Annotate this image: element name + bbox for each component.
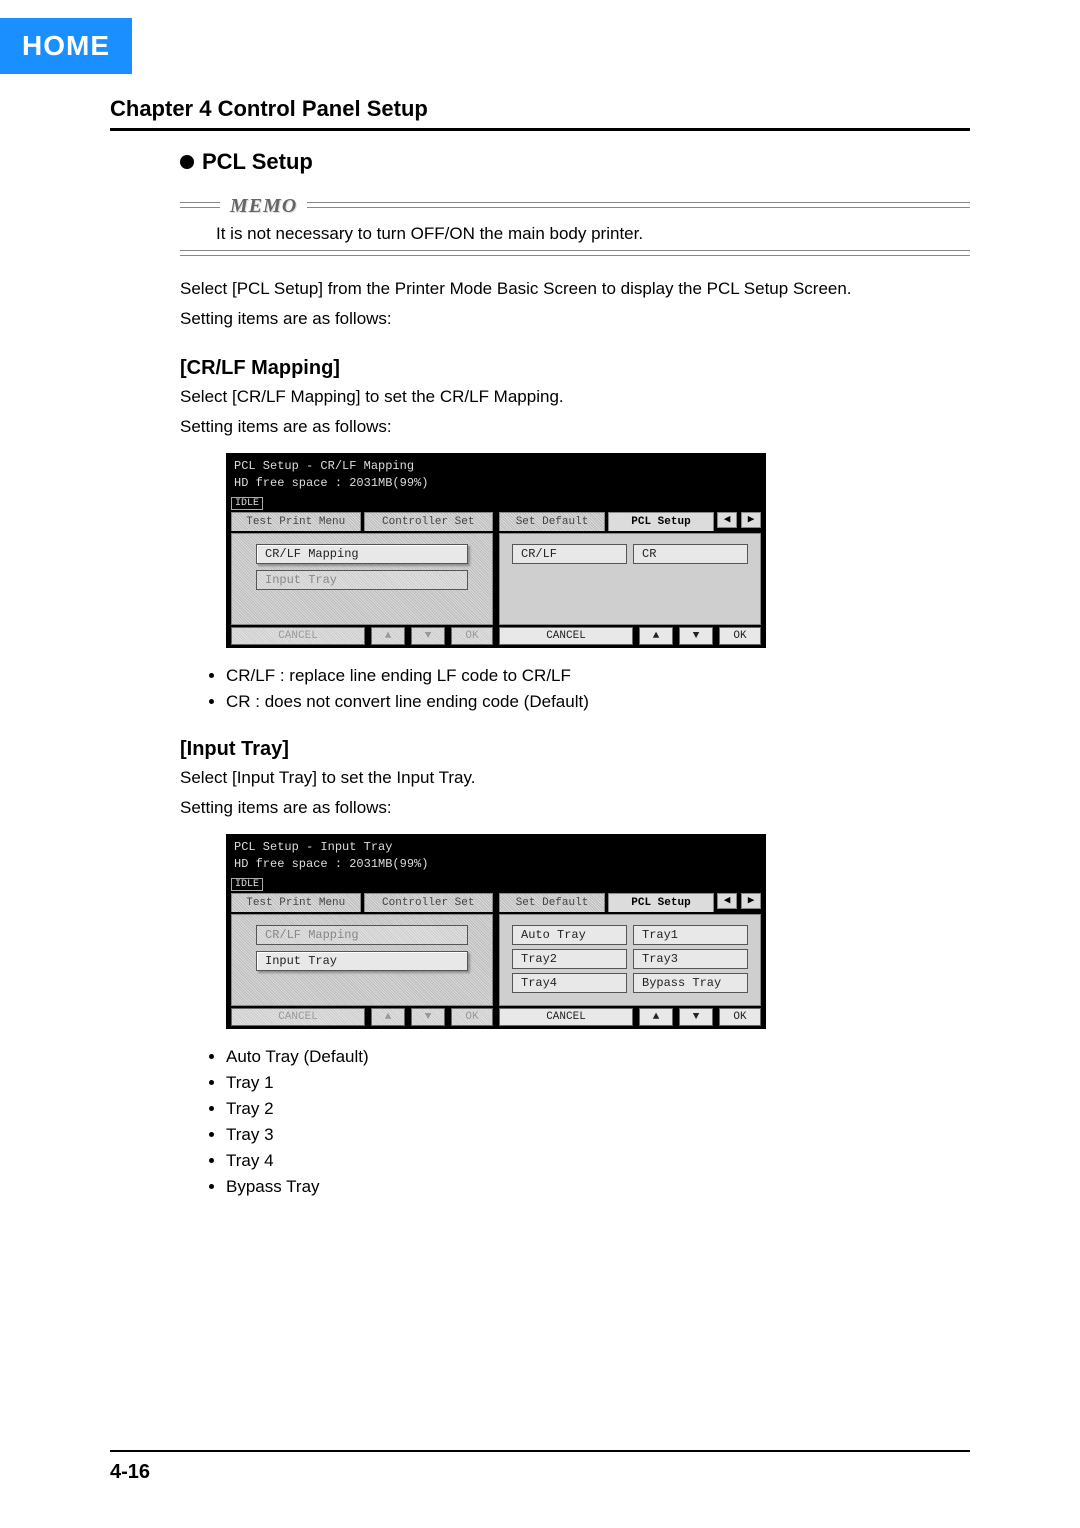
lcd-option-cr[interactable]: CR bbox=[633, 544, 748, 564]
tray-bullet: Tray 1 bbox=[226, 1073, 970, 1093]
lcd-item-crlf-mapping[interactable]: CR/LF Mapping bbox=[256, 544, 468, 564]
lcd-cancel-button-right[interactable]: CANCEL bbox=[499, 1008, 633, 1026]
memo-rule-right-icon bbox=[307, 202, 970, 212]
intro-paragraph-2: Setting items are as follows: bbox=[180, 306, 970, 332]
lcd-panel-crlf: PCL Setup - CR/LF Mapping HD free space … bbox=[226, 453, 766, 648]
crlf-bullet: CR : does not convert line ending code (… bbox=[226, 692, 970, 712]
lcd-hd-free: HD free space : 2031MB(99%) bbox=[231, 475, 761, 492]
memo-rule-bottom-icon bbox=[180, 250, 970, 256]
memo-text: It is not necessary to turn OFF/ON the m… bbox=[180, 218, 970, 250]
memo-rule-left-icon bbox=[180, 202, 220, 212]
section-bullet-icon bbox=[180, 155, 194, 169]
lcd-tab-test-print[interactable]: Test Print Menu bbox=[231, 512, 361, 531]
intro-paragraph-1: Select [PCL Setup] from the Printer Mode… bbox=[180, 276, 970, 302]
chapter-title: Chapter 4 Control Panel Setup bbox=[110, 96, 970, 122]
tray-paragraph-1: Select [Input Tray] to set the Input Tra… bbox=[180, 765, 970, 791]
lcd-tab-set-default[interactable]: Set Default bbox=[499, 512, 605, 531]
lcd-option-auto-tray[interactable]: Auto Tray bbox=[512, 925, 627, 945]
page-footer-rule bbox=[110, 1450, 970, 1452]
lcd-option-tray3[interactable]: Tray3 bbox=[633, 949, 748, 969]
lcd-tab-test-print[interactable]: Test Print Menu bbox=[231, 893, 361, 912]
lcd-tab-pcl-setup[interactable]: PCL Setup bbox=[608, 512, 714, 531]
lcd-down-button-right[interactable] bbox=[679, 627, 713, 645]
lcd-up-button-right[interactable] bbox=[639, 627, 673, 645]
crlf-paragraph-2: Setting items are as follows: bbox=[180, 414, 970, 440]
lcd-panel-tray: PCL Setup - Input Tray HD free space : 2… bbox=[226, 834, 766, 1029]
lcd-option-tray4[interactable]: Tray4 bbox=[512, 973, 627, 993]
lcd-item-input-tray[interactable]: Input Tray bbox=[256, 570, 468, 590]
lcd-tab-controller-set[interactable]: Controller Set bbox=[364, 512, 494, 531]
lcd-ok-button-left[interactable]: OK bbox=[451, 1008, 493, 1026]
lcd-nav-right-icon[interactable] bbox=[741, 512, 761, 528]
lcd-option-bypass-tray[interactable]: Bypass Tray bbox=[633, 973, 748, 993]
lcd-tab-controller-set[interactable]: Controller Set bbox=[364, 893, 494, 912]
tray-bullet: Auto Tray (Default) bbox=[226, 1047, 970, 1067]
lcd-cancel-button-left[interactable]: CANCEL bbox=[231, 627, 365, 645]
crlf-bullet: CR/LF : replace line ending LF code to C… bbox=[226, 666, 970, 686]
lcd-down-button-left[interactable] bbox=[411, 1008, 445, 1026]
lcd-down-button-right[interactable] bbox=[679, 1008, 713, 1026]
tray-paragraph-2: Setting items are as follows: bbox=[180, 795, 970, 821]
lcd-nav-left-icon[interactable] bbox=[717, 512, 737, 528]
lcd-option-crlf[interactable]: CR/LF bbox=[512, 544, 627, 564]
lcd-tab-pcl-setup[interactable]: PCL Setup bbox=[608, 893, 714, 912]
lcd-title: PCL Setup - CR/LF Mapping bbox=[231, 458, 761, 475]
lcd-nav-right-icon[interactable] bbox=[741, 893, 761, 909]
page-number: 4-16 bbox=[110, 1461, 150, 1484]
lcd-item-crlf-mapping[interactable]: CR/LF Mapping bbox=[256, 925, 468, 945]
lcd-tab-set-default[interactable]: Set Default bbox=[499, 893, 605, 912]
section-title: PCL Setup bbox=[202, 149, 313, 175]
lcd-status: IDLE bbox=[231, 878, 263, 891]
lcd-title: PCL Setup - Input Tray bbox=[231, 839, 761, 856]
lcd-option-tray2[interactable]: Tray2 bbox=[512, 949, 627, 969]
lcd-cancel-button-right[interactable]: CANCEL bbox=[499, 627, 633, 645]
crlf-paragraph-1: Select [CR/LF Mapping] to set the CR/LF … bbox=[180, 384, 970, 410]
lcd-up-button-left[interactable] bbox=[371, 1008, 405, 1026]
lcd-cancel-button-left[interactable]: CANCEL bbox=[231, 1008, 365, 1026]
lcd-ok-button-left[interactable]: OK bbox=[451, 627, 493, 645]
home-tab[interactable]: HOME bbox=[0, 18, 132, 74]
tray-bullet: Tray 2 bbox=[226, 1099, 970, 1119]
lcd-ok-button-right[interactable]: OK bbox=[719, 1008, 761, 1026]
crlf-heading: [CR/LF Mapping] bbox=[180, 357, 970, 380]
lcd-status: IDLE bbox=[231, 497, 263, 510]
tray-heading: [Input Tray] bbox=[180, 738, 970, 761]
lcd-up-button-right[interactable] bbox=[639, 1008, 673, 1026]
lcd-down-button-left[interactable] bbox=[411, 627, 445, 645]
lcd-up-button-left[interactable] bbox=[371, 627, 405, 645]
lcd-option-tray1[interactable]: Tray1 bbox=[633, 925, 748, 945]
lcd-nav-left-icon[interactable] bbox=[717, 893, 737, 909]
lcd-hd-free: HD free space : 2031MB(99%) bbox=[231, 856, 761, 873]
tray-bullet: Bypass Tray bbox=[226, 1177, 970, 1197]
tray-bullet: Tray 3 bbox=[226, 1125, 970, 1145]
lcd-item-input-tray[interactable]: Input Tray bbox=[256, 951, 468, 971]
lcd-ok-button-right[interactable]: OK bbox=[719, 627, 761, 645]
tray-bullet: Tray 4 bbox=[226, 1151, 970, 1171]
memo-label: MEMO bbox=[230, 195, 297, 218]
